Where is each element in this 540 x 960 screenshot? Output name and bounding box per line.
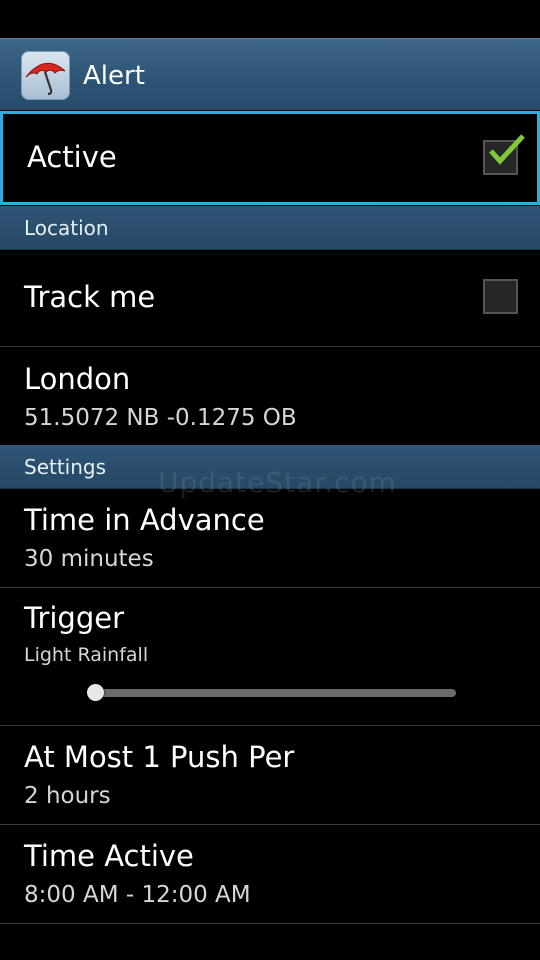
trigger-summary: Light Rainfall [24, 644, 149, 666]
location-place-summary: 51.5072 NB -0.1275 OB [24, 405, 297, 431]
track-me-checkbox[interactable] [483, 279, 518, 314]
trigger-slider-thumb[interactable] [86, 684, 104, 701]
active-checkbox[interactable] [483, 134, 525, 175]
time-active-preference[interactable]: Time Active 8:00 AM - 12:00 AM [0, 825, 540, 923]
time-in-advance-summary: 30 minutes [24, 546, 154, 572]
active-preference[interactable]: Active [0, 111, 540, 205]
trigger-title: Trigger [24, 601, 125, 635]
status-bar [0, 0, 540, 38]
action-bar: Alert [0, 38, 540, 110]
time-in-advance-preference[interactable]: Time in Advance 30 minutes [0, 489, 540, 587]
track-me-label: Track me [24, 280, 156, 314]
checkmark-icon [489, 134, 525, 165]
app-title: Alert [83, 61, 145, 91]
track-me-preference[interactable]: Track me [0, 250, 540, 346]
location-place-preference[interactable]: London 51.5072 NB -0.1275 OB [0, 347, 540, 445]
trigger-slider-track[interactable] [88, 689, 456, 697]
push-limit-preference[interactable]: At Most 1 Push Per 2 hours [0, 726, 540, 824]
location-place-title: London [24, 362, 131, 396]
push-limit-title: At Most 1 Push Per [24, 740, 295, 774]
push-limit-summary: 2 hours [24, 783, 111, 809]
umbrella-icon[interactable] [21, 51, 70, 100]
location-section-header: Location [0, 206, 540, 250]
time-active-summary: 8:00 AM - 12:00 AM [24, 882, 251, 908]
trigger-preference: Trigger Light Rainfall [0, 588, 540, 725]
time-in-advance-title: Time in Advance [24, 503, 265, 537]
divider [0, 923, 540, 924]
location-header-label: Location [24, 216, 109, 240]
settings-header-label: Settings [24, 455, 107, 479]
active-label: Active [27, 140, 117, 174]
time-active-title: Time Active [24, 839, 194, 873]
